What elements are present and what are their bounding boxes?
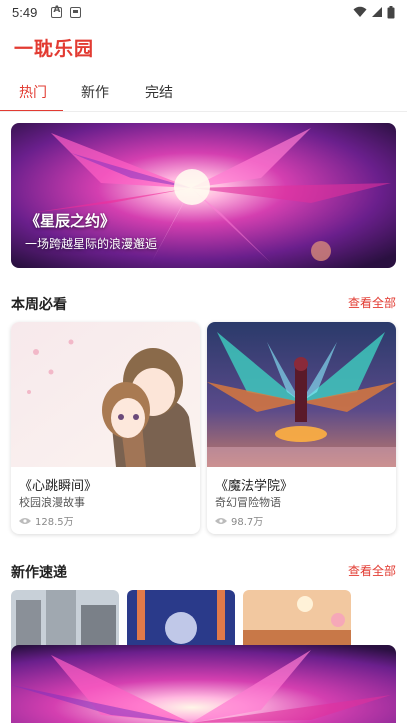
views-count: 98.7万 xyxy=(231,517,264,528)
weekly-view-all-link[interactable]: 查看全部 xyxy=(348,294,396,311)
wifi-icon xyxy=(353,6,367,17)
comic-card[interactable]: 《心跳瞬间》 校园浪漫故事 128.5万 xyxy=(11,322,200,534)
views-count: 128.5万 xyxy=(35,517,74,528)
eye-icon xyxy=(215,517,227,524)
comic-cover-image xyxy=(207,322,396,467)
comic-cover-image xyxy=(11,322,200,467)
new-releases-view-all-link[interactable]: 查看全部 xyxy=(348,562,396,579)
banner-subtitle: 一场跨越星际的浪漫邂逅 xyxy=(25,237,158,251)
bottom-featured-banner[interactable] xyxy=(11,645,396,723)
comic-card[interactable]: 《魔法学院》 奇幻冒险物语 98.7万 xyxy=(207,322,396,534)
tab-completed[interactable]: 完结 xyxy=(145,82,173,102)
tab-bar: 热门 新作 完结 xyxy=(0,78,407,112)
comic-card-description: 校园浪漫故事 xyxy=(19,496,85,509)
comic-card-title: 《魔法学院》 xyxy=(215,479,294,494)
banner-artwork xyxy=(11,645,396,723)
battery-icon xyxy=(387,5,395,18)
weekly-section-title: 本周必看 xyxy=(11,297,67,313)
signal-icon xyxy=(372,7,382,17)
eye-icon xyxy=(19,517,31,524)
featured-banner[interactable]: 《星辰之约》 一场跨越星际的浪漫邂逅 xyxy=(11,123,396,268)
media-notification-icon xyxy=(70,6,82,18)
comic-card-description: 奇幻冒险物语 xyxy=(215,496,281,509)
app-title: 一耽乐园 xyxy=(14,38,95,60)
tab-new[interactable]: 新作 xyxy=(81,82,109,102)
banner-title: 《星辰之约》 xyxy=(25,212,116,230)
tab-hot[interactable]: 热门 xyxy=(19,82,47,102)
status-time: 5:49 xyxy=(12,4,38,20)
comic-card-views: 98.7万 xyxy=(215,513,263,528)
status-bar: 5:49 xyxy=(0,0,407,24)
comic-card-title: 《心跳瞬间》 xyxy=(19,479,98,494)
tabs-divider xyxy=(0,111,407,112)
status-right xyxy=(353,5,395,19)
comic-card-views: 128.5万 xyxy=(19,513,74,528)
a-notification-icon xyxy=(51,5,63,18)
new-releases-section-title: 新作速递 xyxy=(11,565,67,581)
